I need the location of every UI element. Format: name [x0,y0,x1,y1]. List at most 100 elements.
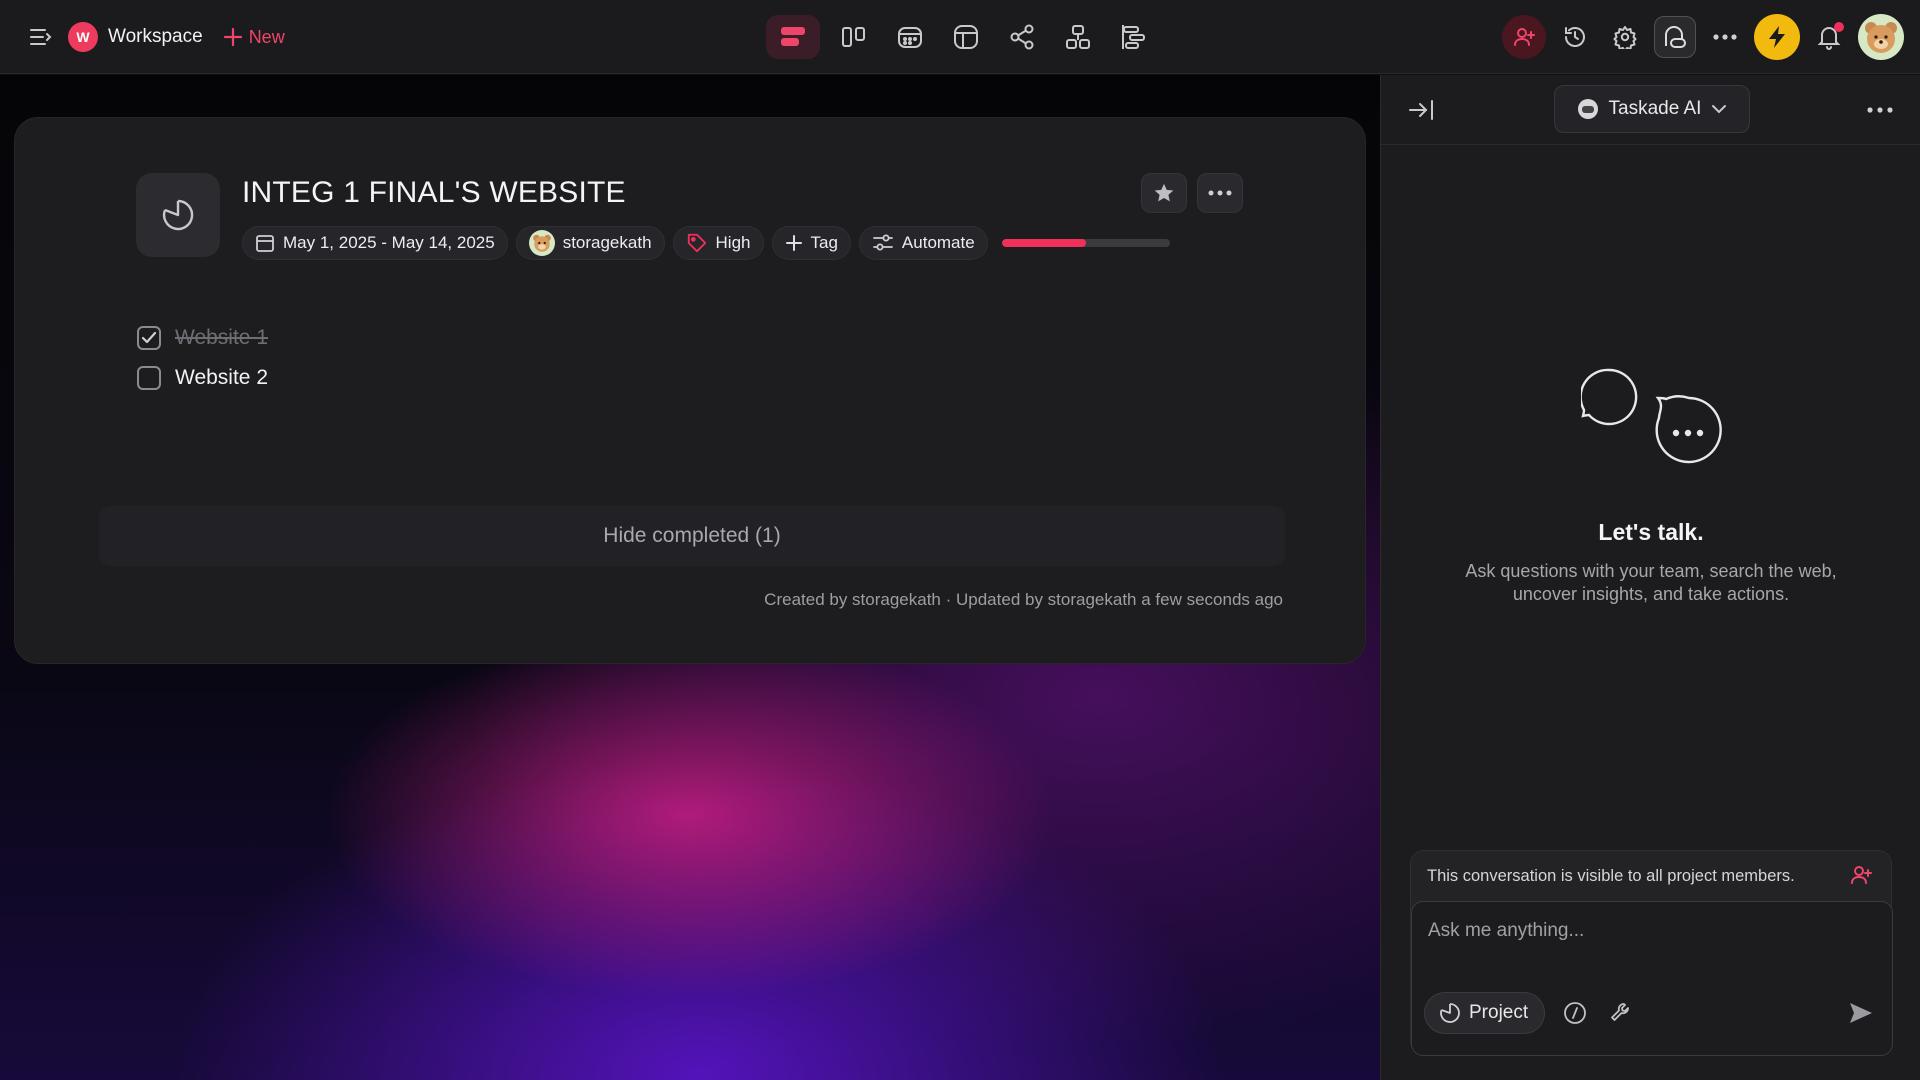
assignee-chip[interactable]: storagekath [515,226,665,260]
table-view-icon [954,25,978,49]
user-avatar[interactable] [1858,14,1904,60]
task-list: Website 1 Website 2 [137,318,268,398]
ai-agent-icon [1577,99,1598,119]
ai-agent-label: Taskade AI [1608,98,1702,119]
lightning-bolt-icon [1769,26,1785,48]
more-horizontal-icon [1867,107,1893,113]
workspace-badge[interactable]: W [68,22,98,52]
automate-label: Automate [901,233,975,252]
task-checkbox[interactable] [137,326,161,350]
slash-command-icon [1564,1002,1587,1024]
ai-chat-icon [1665,26,1686,48]
new-button[interactable]: New [223,27,285,48]
project-canvas: INTEG 1 FINAL'S WEBSITE May 1, 2025 - Ma… [0,75,1380,1080]
workspace-name[interactable]: Workspace [108,26,203,48]
project-activity-footer: Created by storagekath · Updated by stor… [764,590,1283,609]
date-range-label: May 1, 2025 - May 14, 2025 [283,233,495,252]
project-context-chip[interactable]: Project [1424,992,1546,1034]
bear-avatar-icon [532,234,551,252]
chat-input-box: Project [1411,901,1893,1056]
task-label[interactable]: Website 2 [175,366,268,390]
gantt-view-button[interactable] [1112,15,1156,59]
mindmap-view-icon [1010,24,1034,50]
project-progress-bar [1001,239,1170,247]
more-horizontal-icon [1713,34,1737,40]
chat-input[interactable] [1428,916,1868,946]
history-button[interactable] [1554,16,1596,58]
ai-side-panel: Taskade AI Let's talk. Ask questions wit… [1380,75,1920,1080]
hide-completed-button[interactable]: Hide completed (1) [99,506,1285,566]
priority-label: High [715,233,751,252]
project-meta-row: May 1, 2025 - May 14, 2025 storagekath H… [242,226,1170,260]
project-title[interactable]: INTEG 1 FINAL'S WEBSITE [242,176,626,210]
add-member-icon[interactable] [1849,863,1873,892]
top-bar: W Workspace New [0,0,1920,74]
ai-panel-header: Taskade AI [1381,75,1920,145]
orgchart-view-button[interactable] [1056,15,1100,59]
ai-chat-button[interactable] [1654,16,1696,58]
history-icon [1565,27,1585,47]
project-progress-fill [1001,239,1086,247]
notifications-button[interactable] [1808,16,1850,58]
table-view-button[interactable] [944,15,988,59]
wrench-icon [1611,1003,1630,1021]
task-item[interactable]: Website 2 [137,358,268,398]
collapse-panel-button[interactable] [1403,91,1441,129]
tools-button[interactable] [1605,997,1637,1029]
star-icon [1154,183,1174,202]
priority-chip[interactable]: High [672,226,764,260]
automate-icon [873,234,893,251]
more-horizontal-icon [1208,190,1232,196]
tag-icon [687,233,706,253]
upgrade-button[interactable] [1754,14,1800,60]
ai-panel-subtitle: Ask questions with your team, search the… [1465,561,1837,604]
invite-member-button[interactable] [1502,15,1546,59]
chat-composer: This conversation is visible to all proj… [1410,850,1893,1056]
add-user-icon [1514,28,1535,46]
sidebar-toggle-icon[interactable] [24,20,58,54]
visibility-note: This conversation is visible to all proj… [1427,866,1795,885]
calendar-icon [256,235,274,252]
panel-more-button[interactable] [1861,91,1899,129]
project-actions [1141,173,1243,213]
top-bar-right [1502,12,1904,62]
composer-tools: Project [1424,992,1637,1034]
bear-avatar-icon [1865,22,1897,53]
chat-bubbles-icon [1579,368,1722,464]
orgchart-view-icon [1066,25,1090,49]
ai-panel-heading: Let's talk. [1598,519,1704,545]
send-button[interactable] [1844,996,1878,1030]
calendar-view-button[interactable] [888,15,932,59]
project-more-button[interactable] [1197,173,1243,213]
view-switcher [766,14,1156,60]
chat-bubbles-illustration [1579,368,1731,478]
task-label[interactable]: Website 1 [175,326,268,350]
new-button-label: New [248,26,285,47]
slash-command-button[interactable] [1559,997,1591,1029]
list-view-button[interactable] [766,15,820,59]
favorite-button[interactable] [1141,173,1187,213]
settings-button[interactable] [1604,16,1646,58]
date-range-chip[interactable]: May 1, 2025 - May 14, 2025 [242,226,508,260]
mindmap-view-button[interactable] [1000,15,1044,59]
task-item[interactable]: Website 1 [137,318,268,358]
notification-dot [1834,22,1844,32]
plus-icon [223,27,242,47]
automate-chip[interactable]: Automate [858,226,988,260]
project-icon[interactable] [136,173,220,257]
list-view-icon [781,27,805,46]
assignee-avatar [528,230,555,256]
gear-icon [1613,26,1637,49]
add-tag-chip[interactable]: Tag [771,226,851,260]
task-checkbox[interactable] [137,366,161,390]
collapse-right-icon [1409,100,1433,120]
ai-agent-selector[interactable]: Taskade AI [1554,85,1750,133]
board-view-button[interactable] [832,15,876,59]
checkmark-icon [141,331,157,344]
calendar-view-icon [898,27,922,48]
project-card: INTEG 1 FINAL'S WEBSITE May 1, 2025 - Ma… [14,117,1366,664]
project-context-label: Project [1469,1002,1529,1023]
top-bar-left: W Workspace New [24,18,285,56]
more-options-button[interactable] [1704,16,1746,58]
chevron-down-icon [1712,105,1727,114]
